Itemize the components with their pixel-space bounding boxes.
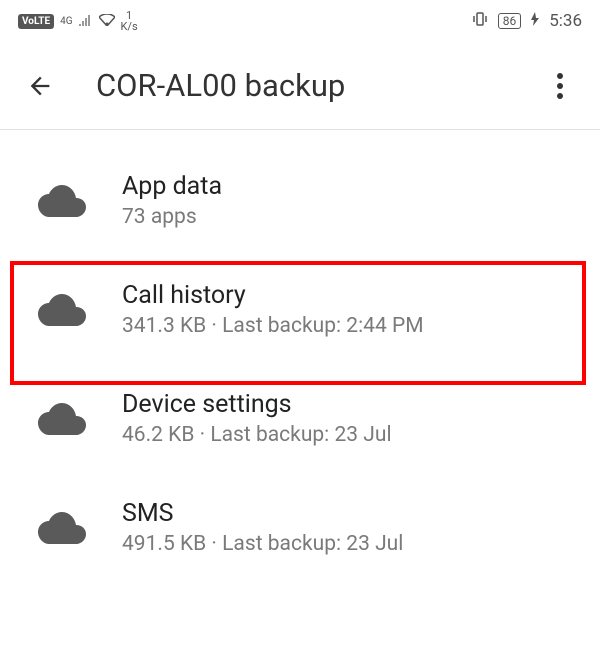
cloud-icon	[38, 286, 86, 334]
signal-4g: 4G	[60, 16, 72, 27]
item-subtitle: 341.3 KB · Last backup: 2:44 PM	[122, 314, 424, 338]
wifi-icon	[99, 12, 115, 30]
backup-item-call-history[interactable]: Call history 341.3 KB · Last backup: 2:4…	[0, 255, 600, 364]
cloud-icon	[38, 177, 86, 225]
backup-item-sms[interactable]: SMS 491.5 KB · Last backup: 23 Jul	[0, 473, 600, 582]
page-title: COR-AL00 backup	[96, 67, 540, 104]
app-bar: COR-AL00 backup	[0, 42, 600, 130]
status-left: VoLTE 4G 1 K/s	[18, 10, 138, 32]
cloud-icon	[38, 504, 86, 552]
item-text: Device settings 46.2 KB · Last backup: 2…	[122, 390, 392, 447]
item-text: SMS 491.5 KB · Last backup: 23 Jul	[122, 499, 403, 556]
more-vert-icon	[557, 73, 563, 99]
item-title: Device settings	[122, 390, 392, 419]
status-right: 86 5:36	[472, 11, 582, 31]
clock: 5:36	[549, 11, 582, 31]
item-text: App data 73 apps	[122, 172, 222, 229]
item-title: Call history	[122, 281, 424, 310]
item-title: App data	[122, 172, 222, 201]
more-menu-button[interactable]	[540, 66, 580, 106]
backup-item-device-settings[interactable]: Device settings 46.2 KB · Last backup: 2…	[0, 364, 600, 473]
charging-icon	[531, 12, 539, 30]
vibrate-icon	[472, 11, 488, 31]
back-button[interactable]	[20, 66, 60, 106]
item-subtitle: 491.5 KB · Last backup: 23 Jul	[122, 532, 403, 556]
speed-unit: K/s	[121, 21, 138, 32]
volte-badge: VoLTE	[18, 14, 54, 29]
item-subtitle: 73 apps	[122, 205, 222, 229]
item-text: Call history 341.3 KB · Last backup: 2:4…	[122, 281, 424, 338]
backup-list: App data 73 apps Call history 341.3 KB ·…	[0, 130, 600, 582]
signal-bars-icon	[79, 12, 93, 30]
cloud-icon	[38, 395, 86, 443]
battery-indicator: 86	[498, 13, 522, 29]
status-bar: VoLTE 4G 1 K/s 86 5:36	[0, 0, 600, 42]
item-subtitle: 46.2 KB · Last backup: 23 Jul	[122, 423, 392, 447]
backup-item-app-data[interactable]: App data 73 apps	[0, 146, 600, 255]
network-speed: 1 K/s	[121, 10, 138, 32]
arrow-left-icon	[26, 72, 54, 100]
item-title: SMS	[122, 499, 403, 528]
